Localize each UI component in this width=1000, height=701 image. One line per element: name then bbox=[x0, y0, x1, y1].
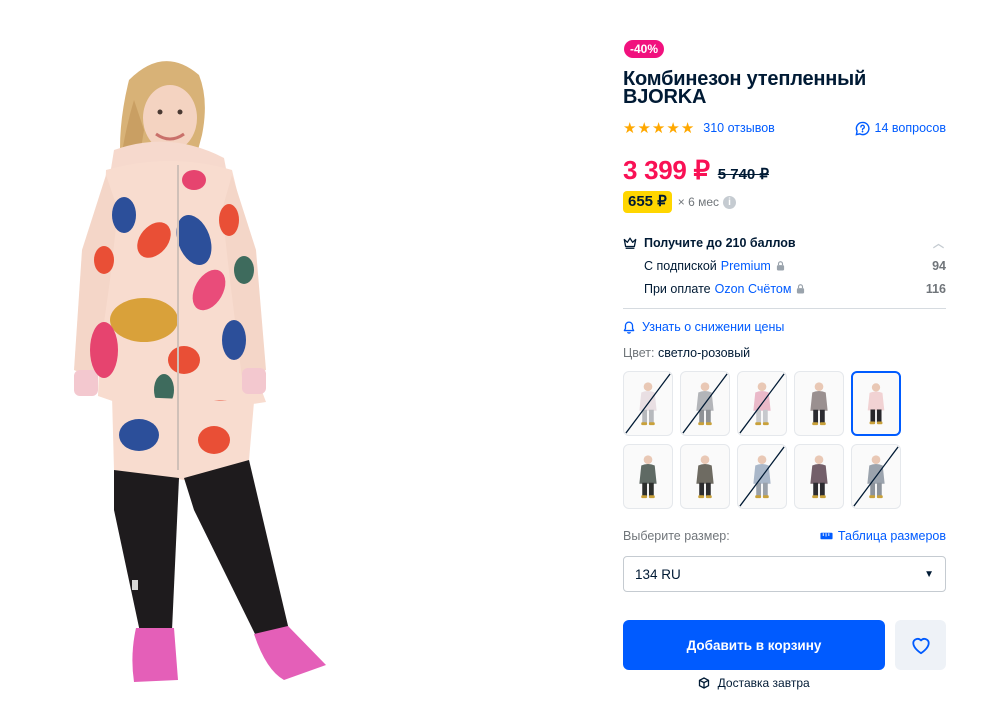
add-to-cart-button[interactable]: Добавить в корзину bbox=[623, 620, 885, 670]
lock-icon bbox=[797, 284, 805, 294]
heart-icon bbox=[911, 638, 930, 655]
favorite-button[interactable] bbox=[895, 620, 946, 670]
old-price: 5 740 ₽ bbox=[717, 166, 769, 183]
color-label: Цвет: светло-розовый bbox=[623, 346, 946, 360]
points-subscription-prefix: С подпиской bbox=[644, 259, 717, 273]
questions-link[interactable]: 14 вопросов bbox=[855, 121, 946, 136]
rating-row: ★ ★ ★ ★ ★ 310 отзывов 14 вопросов bbox=[623, 120, 946, 136]
color-swatch[interactable] bbox=[680, 371, 730, 436]
unavailable-strike bbox=[625, 373, 671, 434]
star-icon: ★ bbox=[651, 119, 666, 137]
delivery-label: Доставка завтра bbox=[717, 676, 810, 690]
star-icon: ★ bbox=[666, 119, 680, 137]
delivery-info: Доставка завтра bbox=[623, 676, 885, 690]
color-swatch[interactable] bbox=[680, 444, 730, 509]
discount-badge: -40% bbox=[624, 40, 665, 58]
color-swatch[interactable] bbox=[851, 371, 901, 436]
installment-price[interactable]: 655 ₽ bbox=[623, 191, 672, 213]
ozon-account-link[interactable]: Ozon Счётом bbox=[715, 282, 792, 296]
rating-stars[interactable]: ★ ★ ★ ★ ★ bbox=[623, 121, 694, 136]
points-payment-value: 116 bbox=[925, 282, 946, 296]
info-icon[interactable]: i bbox=[723, 195, 737, 209]
color-swatch[interactable] bbox=[851, 444, 901, 509]
premium-link[interactable]: Premium bbox=[721, 259, 771, 273]
swatch-thumbnail bbox=[867, 383, 885, 425]
swatch-thumbnail bbox=[810, 455, 828, 499]
points-heading[interactable]: Получите до 210 баллов ︿ bbox=[623, 235, 946, 251]
star-icon: ★ bbox=[637, 119, 651, 137]
unavailable-strike bbox=[853, 446, 899, 507]
price-row: 3 399 ₽ 5 740 ₽ bbox=[623, 155, 946, 186]
unavailable-strike bbox=[682, 373, 728, 434]
ruler-icon bbox=[820, 532, 833, 540]
product-image[interactable] bbox=[44, 40, 374, 690]
points-payment-prefix: При оплате bbox=[644, 282, 711, 296]
points-subscription-row: С подпиской Premium 94 bbox=[623, 258, 946, 274]
size-heading-row: Выберите размер: Таблица размеров bbox=[623, 529, 946, 543]
color-value: светло-розовый bbox=[657, 346, 751, 360]
swatch-thumbnail bbox=[639, 455, 657, 499]
chevron-up-icon[interactable]: ︿ bbox=[933, 235, 944, 251]
reviews-link[interactable]: 310 отзывов bbox=[703, 121, 775, 135]
product-title: Комбинезон утепленный BJORKA bbox=[623, 68, 867, 108]
caret-down-icon: ▼ bbox=[924, 568, 934, 580]
product-info-panel: -40% Комбинезон утепленный BJORKA ★ ★ ★ … bbox=[623, 40, 946, 690]
color-swatches bbox=[623, 371, 946, 509]
divider bbox=[623, 308, 946, 309]
color-swatch[interactable] bbox=[737, 444, 787, 509]
star-icon: ★ bbox=[623, 119, 637, 137]
unavailable-strike bbox=[739, 446, 785, 507]
points-subscription-value: 94 bbox=[932, 259, 946, 273]
color-swatch[interactable] bbox=[623, 444, 673, 509]
size-label: Выберите размер: bbox=[623, 529, 730, 543]
points-payment-row: При оплате Ozon Счётом 116 bbox=[623, 281, 946, 297]
size-selected-value: 134 RU bbox=[635, 566, 681, 582]
price-drop-notify-link[interactable]: Узнать о снижении цены bbox=[623, 320, 946, 334]
bell-icon bbox=[623, 320, 635, 334]
swatch-thumbnail bbox=[696, 455, 714, 499]
current-price: 3 399 ₽ bbox=[623, 155, 710, 185]
buy-row: Добавить в корзину bbox=[623, 620, 946, 670]
questions-label: 14 вопросов bbox=[874, 121, 946, 135]
color-swatch[interactable] bbox=[794, 444, 844, 509]
size-table-link[interactable]: Таблица размеров bbox=[820, 529, 946, 543]
color-label-prefix: Цвет: bbox=[623, 346, 655, 360]
crown-icon bbox=[623, 237, 637, 249]
unavailable-strike bbox=[739, 373, 785, 434]
color-swatch[interactable] bbox=[737, 371, 787, 436]
size-select[interactable]: 134 RU ▼ bbox=[623, 556, 946, 592]
installment-term: × 6 мес bbox=[677, 195, 720, 209]
swatch-thumbnail bbox=[810, 382, 828, 426]
color-swatch[interactable] bbox=[623, 371, 673, 436]
box-icon bbox=[699, 677, 710, 689]
size-table-label: Таблица размеров bbox=[837, 529, 946, 543]
color-swatch[interactable] bbox=[794, 371, 844, 436]
price-drop-notify-label: Узнать о снижении цены bbox=[642, 320, 785, 334]
lock-icon bbox=[776, 261, 784, 271]
installment-row[interactable]: 655 ₽ × 6 мес i bbox=[623, 191, 946, 213]
chat-question-icon bbox=[855, 121, 870, 136]
points-heading-label: Получите до 210 баллов bbox=[644, 236, 796, 250]
star-icon: ★ bbox=[680, 119, 695, 137]
